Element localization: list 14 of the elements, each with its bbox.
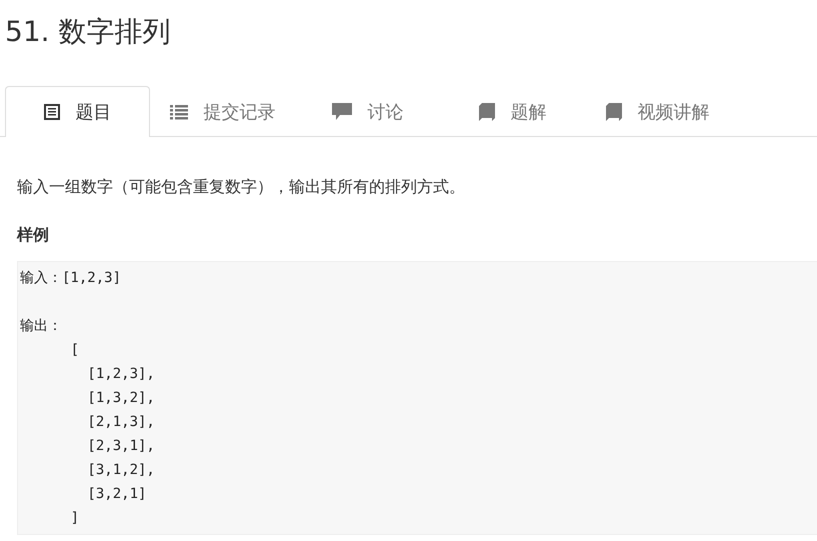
tab[interactable]: 讨论 xyxy=(295,86,440,136)
tab[interactable]: 题目 xyxy=(5,86,150,137)
tab[interactable]: 题解 xyxy=(440,86,585,136)
problem-title: 51. 数字排列 xyxy=(4,14,172,50)
sample-code-block: 输入：[1,2,3] 输出： [ [1,2,3], [1,3,2], [2,1,3], [2,3,1], [3,1,2], [3,2,1] ] xyxy=(17,261,817,535)
tab[interactable]: 视频讲解 xyxy=(585,86,730,136)
comment-icon xyxy=(332,103,352,120)
list-icon xyxy=(170,104,188,120)
document-icon xyxy=(44,104,60,120)
book-icon xyxy=(478,102,494,120)
tab[interactable]: 提交记录 xyxy=(150,86,295,136)
problem-description: 输入一组数字（可能包含重复数字），输出其所有的排列方式。 xyxy=(16,176,466,198)
sample-heading: 样例 xyxy=(16,224,50,246)
book-icon xyxy=(606,102,622,120)
